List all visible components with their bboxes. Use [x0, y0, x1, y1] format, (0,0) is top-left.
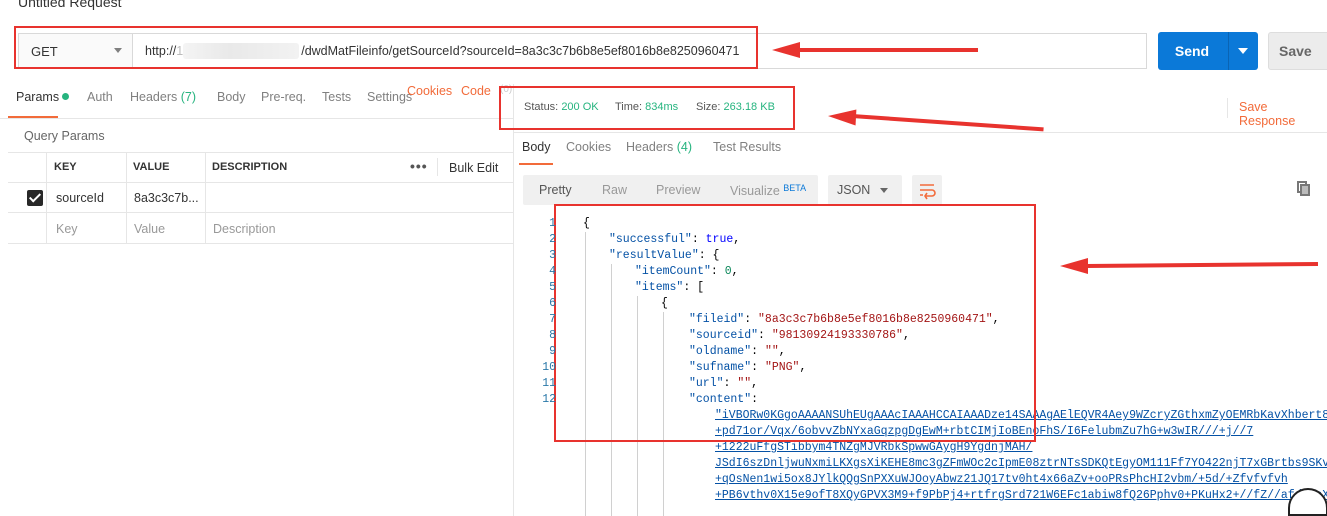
annotation-box-status [499, 86, 795, 130]
annotation-arrow [798, 48, 978, 52]
query-params-title: Query Params [24, 129, 105, 143]
window-title: Untitled Request [18, 0, 122, 10]
annotation-box-url [14, 26, 758, 69]
tab-params[interactable]: Params [16, 90, 70, 104]
content-base64-line[interactable]: +PB6vthv0X15e9ofT8XQyGPVX3M9+f9PbPj4+rtf… [715, 489, 1327, 502]
line-number: 8 [549, 329, 556, 342]
param-value[interactable]: 8a3c3c7b... [134, 191, 199, 205]
tab-auth[interactable]: Auth [87, 90, 113, 104]
wrap-lines-button[interactable] [912, 175, 942, 205]
tabs-divider [0, 118, 513, 119]
save-button[interactable]: Save [1268, 32, 1327, 70]
send-options-chevron-icon[interactable] [1238, 48, 1248, 54]
bulk-edit-link[interactable]: Bulk Edit [449, 161, 498, 175]
table-top-border [8, 152, 513, 153]
line-number: 6 [549, 297, 556, 310]
line-number: 10 [542, 361, 556, 374]
new-value-input[interactable]: Value [134, 222, 165, 236]
pane-splitter[interactable] [513, 84, 514, 516]
col-value-header: VALUE [133, 161, 170, 173]
view-raw-button[interactable]: Raw [602, 183, 627, 197]
resp-tab-test-results[interactable]: Test Results [713, 140, 781, 154]
line-number: 7 [549, 313, 556, 326]
resp-active-tab-underline [519, 163, 553, 165]
tab-tests[interactable]: Tests [322, 90, 351, 104]
col-border [126, 152, 127, 243]
col-border [205, 152, 206, 243]
resp-tab-headers[interactable]: Headers (4) [626, 140, 692, 154]
copy-icon-back [1300, 184, 1310, 196]
col-description-header: DESCRIPTION [212, 161, 288, 173]
view-preview-button[interactable]: Preview [656, 183, 700, 197]
line-number: 11 [542, 377, 556, 390]
tab-headers[interactable]: Headers (7) [130, 90, 196, 104]
more-options-icon[interactable]: ••• [410, 158, 428, 174]
send-divider [1228, 32, 1229, 70]
view-visualize-button[interactable]: Visualize BETA [730, 183, 806, 198]
line-number: 9 [549, 345, 556, 358]
col-key-header: KEY [54, 161, 77, 173]
col-border [46, 152, 47, 243]
resp-tab-body[interactable]: Body [522, 140, 551, 154]
annotation-arrow-head [772, 42, 800, 58]
row-border [8, 243, 513, 244]
send-button[interactable]: Send [1158, 32, 1258, 70]
line-number: 4 [549, 265, 556, 278]
line-number: 5 [549, 281, 556, 294]
line-number: 1 [549, 217, 556, 230]
line-number: 3 [549, 249, 556, 262]
content-base64-line[interactable]: +1222uFfgSTibbym4TNZgMJVRbkSpwwGAygH9Ygd… [715, 441, 1032, 454]
resp-tab-cookies[interactable]: Cookies [566, 140, 611, 154]
content-base64-line[interactable]: JSdI6szDnljwuNxmiLKXgsXiKEHE8mc3gZFmWOc2… [715, 457, 1327, 470]
bulk-divider [437, 158, 438, 176]
cookies-link[interactable]: Cookies [407, 84, 452, 98]
annotation-arrow-head [1060, 258, 1088, 274]
header-row-border [8, 182, 513, 183]
format-label: JSON [837, 183, 871, 197]
mascot-sticker [1288, 488, 1327, 516]
row-border [8, 212, 513, 213]
line-number: 12 [542, 393, 556, 406]
save-response-button[interactable]: Save Response [1239, 100, 1327, 128]
view-pretty-button[interactable]: Pretty [539, 183, 572, 197]
tab-settings[interactable]: Settings [367, 90, 412, 104]
new-key-input[interactable]: Key [56, 222, 78, 236]
code-link[interactable]: Code [461, 84, 491, 98]
chevron-down-icon [880, 188, 888, 193]
annotation-arrow [1085, 261, 1319, 268]
format-select[interactable]: JSON [828, 175, 902, 205]
save-label: Save [1279, 43, 1312, 59]
params-active-dot [62, 93, 70, 100]
param-key[interactable]: sourceId [56, 191, 104, 205]
new-description-input[interactable]: Description [213, 222, 276, 236]
tab-prereq[interactable]: Pre-req. [261, 90, 306, 104]
save-response-divider [1227, 98, 1228, 118]
param-enabled-checkbox[interactable] [27, 190, 43, 206]
annotation-box-json [554, 204, 1036, 442]
annotation-arrow [851, 114, 1044, 132]
send-label: Send [1174, 43, 1210, 59]
tab-body[interactable]: Body [217, 90, 246, 104]
response-header-divider [514, 132, 1327, 133]
wrap-icon [920, 184, 936, 200]
line-number: 2 [549, 233, 556, 246]
content-base64-line[interactable]: +qOsNen1wi5ox8JYlkQQgSnPXXuWJOoyAbwz21JQ… [715, 473, 1288, 486]
